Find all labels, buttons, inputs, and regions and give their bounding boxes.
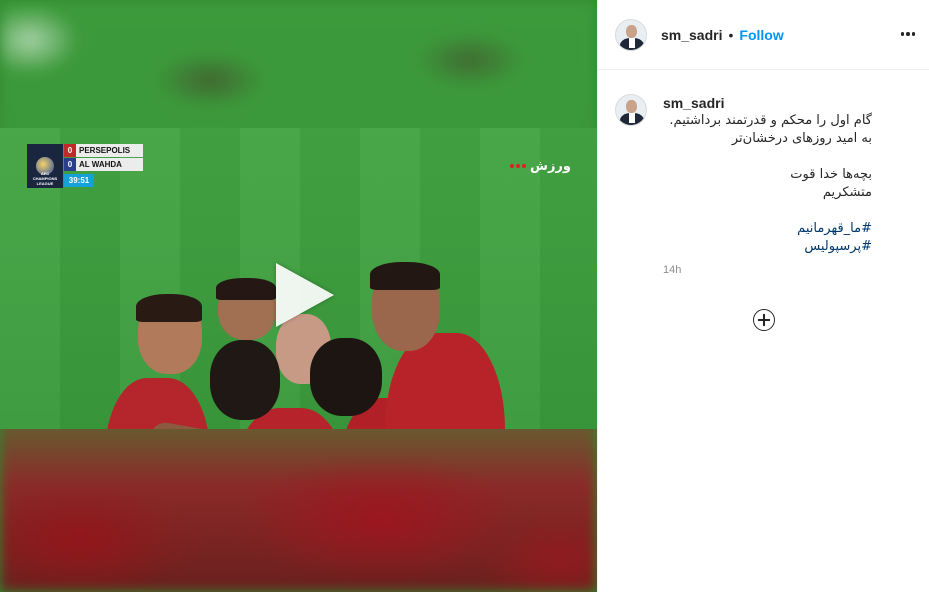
player-hair (370, 262, 440, 290)
hashtag-link[interactable]: #ما_قهرمانیم (663, 220, 872, 238)
avatar[interactable] (615, 94, 647, 126)
match-clock: 39:51 (64, 174, 94, 187)
caption-username[interactable]: sm_sadri (663, 94, 913, 112)
team1-name: PERSEPOLIS (76, 144, 143, 157)
caption-body: sm_sadri گام اول را محکم و قدرتمند برداش… (663, 94, 913, 276)
team1-score: 0 (64, 144, 76, 157)
caption-line: بچه‌ها خدا قوت (790, 167, 872, 182)
avatar[interactable] (615, 18, 647, 51)
team2-name: AL WAHDA (76, 158, 143, 171)
scoreboard-row-team1: 0 PERSEPOLIS (64, 144, 143, 157)
post-header: sm_sadri • Follow (598, 0, 929, 70)
play-icon (276, 263, 334, 327)
team2-score: 0 (64, 158, 76, 171)
channel-dots-icon (510, 164, 526, 168)
league-label: AFC CHAMPIONS LEAGUE (32, 171, 58, 186)
champions-league-logo: AFC CHAMPIONS LEAGUE (27, 144, 63, 188)
follow-button[interactable]: Follow (739, 27, 783, 43)
header-separator: • (728, 26, 734, 43)
channel-label: ورزش (530, 158, 571, 173)
post-media[interactable]: AFC CHAMPIONS LEAGUE 0 PERSEPOLIS 0 AL W… (0, 0, 597, 592)
post-side-panel: sm_sadri • Follow sm_sadri گام اول را مح… (597, 0, 929, 592)
player-hair (136, 294, 202, 322)
caption-line: متشکریم (822, 185, 872, 200)
caption-line: به امید روزهای درخشان‌تر (731, 131, 872, 146)
play-button[interactable] (268, 263, 334, 327)
player-head (310, 338, 382, 416)
caption-line: گام اول را محکم و قدرتمند برداشتیم. (669, 113, 872, 128)
channel-watermark: ورزش (510, 158, 571, 174)
player-hair (216, 278, 276, 300)
player-head (210, 340, 280, 420)
header-username[interactable]: sm_sadri (661, 27, 722, 43)
hashtag-link[interactable]: #پرسپولیس (663, 238, 872, 256)
post-timestamp[interactable]: 14h (663, 264, 913, 276)
plus-circle-icon[interactable] (753, 309, 775, 331)
scoreboard-overlay: AFC CHAMPIONS LEAGUE 0 PERSEPOLIS 0 AL W… (27, 144, 143, 188)
scoreboard-row-team2: 0 AL WAHDA (64, 158, 143, 171)
more-options-icon[interactable] (900, 26, 916, 42)
